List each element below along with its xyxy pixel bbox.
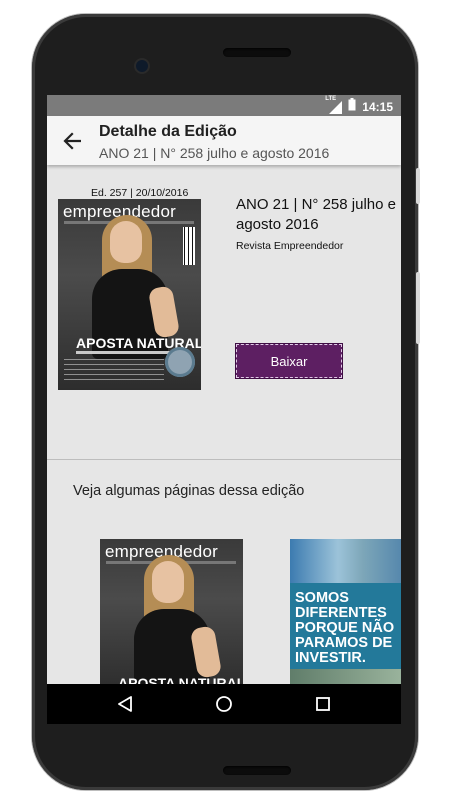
status-bar: LTE 14:15 [47,95,401,116]
page-title: Detalhe da Edição [99,123,237,140]
preview-heading: Veja algumas páginas dessa edição [73,483,305,499]
cover-date: Ed. 257 | 20/10/2016 [91,187,189,199]
nav-back-button[interactable] [113,692,137,716]
status-time: 14:15 [362,100,393,114]
front-camera [136,60,148,72]
app-bar: Detalhe da Edição ANO 21 | N° 258 julho … [47,116,401,165]
cover-barcode [183,227,195,265]
ad-text-band: SOMOS DIFERENTES PORQUE NÃO PARAMOS DE I… [290,583,401,669]
ad-line: INVESTIR. [295,650,366,666]
circle-home-icon [216,696,232,712]
top-speaker [223,48,291,57]
arrow-left-icon [63,132,81,150]
cover-image[interactable]: empreendedor APOSTA NATURAL [58,199,201,390]
preview-page-ad[interactable]: SOMOS DIFERENTES PORQUE NÃO PARAMOS DE I… [290,539,401,689]
cover-small-text [64,359,164,381]
triangle-back-icon [118,696,132,712]
ad-aerial-photo [290,539,401,583]
publisher-name: Revista Empreendedor [236,240,344,252]
ad-headline: SOMOS DIFERENTES PORQUE NÃO PARAMOS DE I… [295,591,394,666]
cover-model-face [110,221,142,263]
ad-line: SOMOS [295,590,349,606]
page-subtitle: ANO 21 | N° 258 julho e agosto 2016 [99,145,330,161]
volume-button [416,272,420,344]
ad-line: DIFERENTES [295,605,387,621]
section-divider [47,459,401,460]
nav-recents-button[interactable] [311,692,335,716]
bottom-speaker [223,766,291,775]
preview-model-face [152,561,184,603]
square-recents-icon [316,697,330,711]
cover-seal-icon [165,347,195,377]
edition-title: ANO 21 | N° 258 julho e agosto 2016 [236,196,396,233]
battery-icon [348,98,356,116]
ad-line: PARAMOS DE [295,635,393,651]
navigation-bar [47,684,401,724]
nav-home-button[interactable] [212,692,236,716]
ad-line: PORQUE NÃO [295,620,395,636]
download-button[interactable]: Baixar [235,343,343,379]
preview-page-cover[interactable]: empreendedor APOSTA NATURAL [100,539,243,689]
back-button[interactable] [61,130,83,152]
network-label: LTE [325,96,337,102]
power-button [416,168,420,204]
app-screen: LTE 14:15 Detalhe da Edição ANO 21 | N° … [47,95,401,724]
lte-icon: LTE [325,96,343,114]
